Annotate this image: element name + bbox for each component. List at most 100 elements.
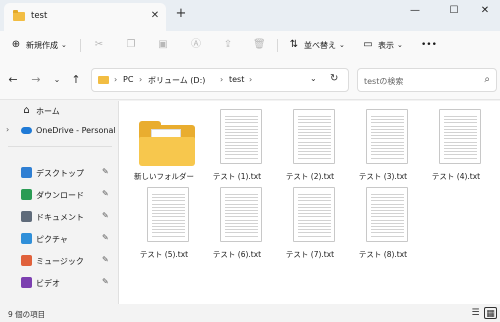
chevron-down-icon: ⌄ — [397, 41, 403, 49]
view-button-label: 表示 — [378, 40, 394, 50]
new-tab-button[interactable]: + — [173, 6, 189, 22]
sort-button-label: 並べ替え — [304, 40, 336, 50]
pin-icon[interactable]: ✎ — [102, 277, 109, 286]
text-file-icon — [147, 187, 189, 242]
sort-button[interactable]: ⇅ 並べ替え ⌄ — [288, 37, 345, 53]
address-bar[interactable]: › PC › ボリューム (D:) › test › ⌄ ↻ — [91, 68, 349, 92]
sidebar-item-label: ビデオ — [36, 279, 60, 288]
video-icon — [21, 277, 32, 288]
sidebar-item-onedrive[interactable]: › OneDrive - Personal — [0, 123, 117, 139]
recent-chevron-icon[interactable]: ⌄ — [50, 73, 64, 87]
breadcrumb-separator: › — [114, 75, 118, 84]
text-file-icon — [439, 109, 481, 164]
text-file-icon — [366, 187, 408, 242]
tab-title: test — [31, 11, 48, 21]
folder-icon — [13, 10, 25, 21]
pictures-icon — [21, 233, 32, 244]
more-button[interactable]: ••• — [421, 37, 437, 53]
sidebar-item-label: OneDrive - Personal — [36, 126, 116, 135]
download-icon — [21, 189, 32, 200]
divider — [80, 39, 81, 52]
pin-icon[interactable]: ✎ — [102, 167, 109, 176]
folder-icon — [139, 121, 195, 166]
music-icon — [21, 255, 32, 266]
sidebar-item-home[interactable]: ⌂ ホーム — [0, 103, 117, 119]
sidebar-item-quick[interactable]: ビデオ ✎ — [0, 275, 117, 291]
copy-icon[interactable]: ❐ — [125, 39, 137, 51]
view-button[interactable]: ▭ 表示 ⌄ — [362, 37, 403, 53]
sidebar-item-quick[interactable]: ドキュメント ✎ — [0, 209, 117, 225]
sidebar-item-quick[interactable]: ピクチャ ✎ — [0, 231, 117, 247]
file-item[interactable]: テスト (8).txt — [352, 187, 414, 267]
file-view: 新しいフォルダー テスト (1).txt テスト (2).txt テスト (3).tx… — [119, 101, 500, 304]
cloud-icon — [21, 127, 32, 134]
file-item[interactable]: テスト (4).txt — [425, 109, 487, 189]
new-button[interactable]: ⊕ 新規作成 ⌄ — [10, 37, 67, 53]
breadcrumb-test[interactable]: test — [229, 75, 244, 84]
search-placeholder: testの検索 — [364, 77, 404, 86]
pin-icon[interactable]: ✎ — [102, 255, 109, 264]
file-item[interactable]: テスト (1).txt — [206, 109, 268, 189]
sidebar-item-quick[interactable]: ダウンロード ✎ — [0, 187, 117, 203]
tab-test[interactable]: test ✕ — [4, 3, 166, 31]
view-icon: ▭ — [363, 39, 373, 50]
search-box[interactable]: testの検索 ⌕ — [357, 68, 497, 92]
sidebar-item-label: ドキュメント — [36, 213, 84, 222]
text-file-icon — [293, 187, 335, 242]
pin-icon[interactable]: ✎ — [102, 189, 109, 198]
folder-item[interactable]: 新しいフォルダー — [133, 109, 195, 189]
large-icons-view-icon[interactable]: ▦ — [484, 307, 497, 319]
file-name: テスト (8).txt — [358, 250, 408, 259]
back-icon[interactable]: ← — [6, 73, 20, 87]
share-icon[interactable]: ⇪ — [222, 39, 234, 51]
sidebar-item-label: デスクトップ — [36, 169, 84, 178]
breadcrumb-separator: › — [249, 75, 253, 84]
chevron-down-icon: ⌄ — [61, 41, 67, 49]
new-button-label: 新規作成 — [26, 40, 58, 50]
up-icon[interactable]: ↑ — [69, 73, 83, 87]
details-view-icon[interactable]: ☰ — [469, 307, 482, 319]
cut-icon[interactable]: ✂ — [93, 39, 105, 51]
divider — [277, 39, 278, 52]
address-history-chevron-icon[interactable]: ⌄ — [310, 74, 317, 83]
status-bar: 9 個の項目 ☰ ▦ — [0, 304, 500, 322]
file-name: テスト (4).txt — [431, 172, 481, 181]
close-window-button[interactable]: ✕ — [472, 2, 498, 20]
plus-circle-icon: ⊕ — [11, 39, 21, 50]
maximize-button[interactable]: ☐ — [441, 2, 467, 20]
file-name: テスト (6).txt — [212, 250, 262, 259]
rename-icon[interactable]: Ⓐ — [190, 39, 202, 51]
file-item[interactable]: テスト (3).txt — [352, 109, 414, 189]
pin-icon[interactable]: ✎ — [102, 211, 109, 220]
close-tab-button[interactable]: ✕ — [148, 9, 162, 23]
chevron-right-icon[interactable]: › — [6, 125, 9, 134]
file-name: 新しいフォルダー — [134, 172, 194, 181]
pin-icon[interactable]: ✎ — [102, 233, 109, 242]
sidebar-item-quick[interactable]: ミュージック ✎ — [0, 253, 117, 269]
sort-icon: ⇅ — [289, 39, 299, 50]
file-name: テスト (3).txt — [358, 172, 408, 181]
sidebar-item-quick[interactable]: デスクトップ ✎ — [0, 165, 117, 181]
file-item[interactable]: テスト (5).txt — [133, 187, 195, 267]
text-file-icon — [220, 109, 262, 164]
paste-icon[interactable]: ▣ — [157, 39, 169, 51]
forward-icon[interactable]: → — [29, 73, 43, 87]
file-name: テスト (5).txt — [139, 250, 189, 259]
file-item[interactable]: テスト (6).txt — [206, 187, 268, 267]
delete-icon[interactable]: 🗑 — [253, 39, 266, 51]
sidebar-item-label: ピクチャ — [36, 235, 68, 244]
folder-icon — [98, 76, 109, 84]
desktop-icon — [21, 167, 32, 178]
address-row: ← → ⌄ ↑ › PC › ボリューム (D:) › test › ⌄ ↻ t… — [0, 60, 500, 100]
breadcrumb-pc[interactable]: PC — [123, 75, 133, 84]
breadcrumb-separator: › — [220, 75, 224, 84]
file-name: テスト (7).txt — [285, 250, 335, 259]
minimize-button[interactable]: — — [402, 2, 428, 20]
refresh-icon[interactable]: ↻ — [330, 73, 338, 84]
file-item[interactable]: テスト (7).txt — [279, 187, 341, 267]
text-file-icon — [366, 109, 408, 164]
file-item[interactable]: テスト (2).txt — [279, 109, 341, 189]
breadcrumb-volume[interactable]: ボリューム (D:) — [148, 75, 205, 86]
file-name: テスト (1).txt — [212, 172, 262, 181]
text-file-icon — [220, 187, 262, 242]
